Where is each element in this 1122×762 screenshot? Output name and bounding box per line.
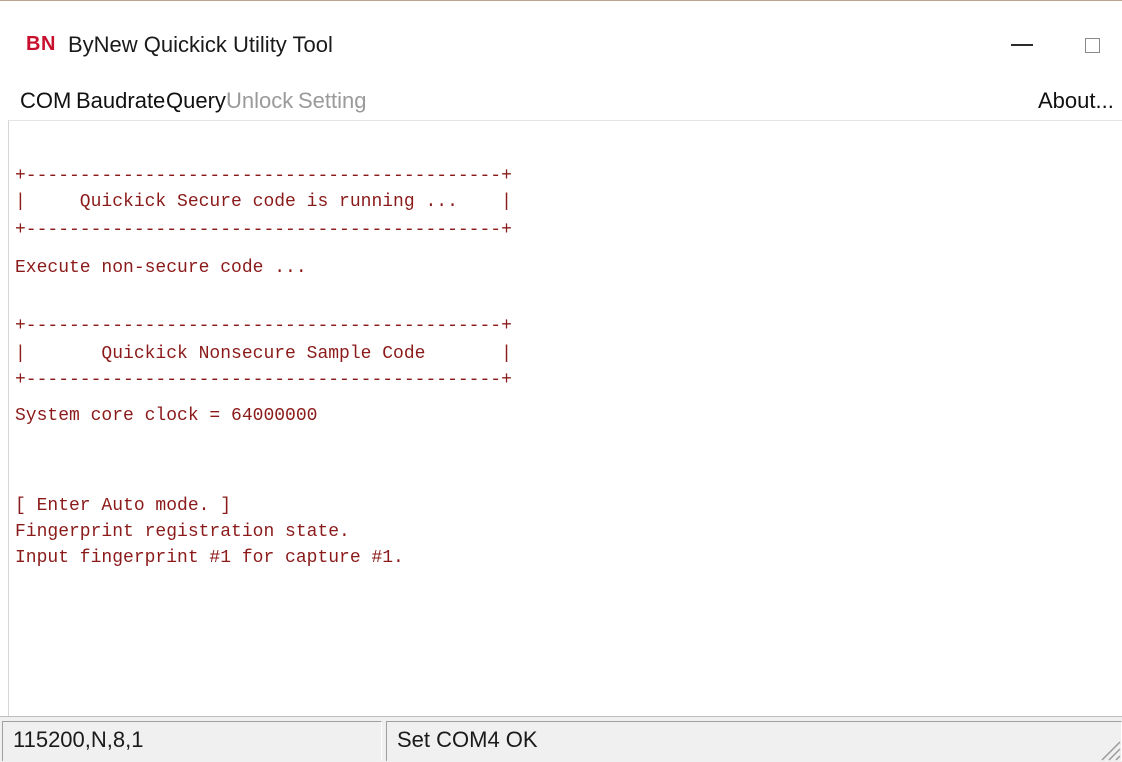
console-line: +---------------------------------------… bbox=[15, 316, 512, 336]
status-message: Set COM4 OK bbox=[386, 721, 1122, 761]
menu-query[interactable]: Query bbox=[166, 84, 226, 118]
window-title: ByNew Quickick Utility Tool bbox=[68, 32, 333, 57]
console-line: Fingerprint registration state. bbox=[15, 522, 350, 542]
console-line: [ Enter Auto mode. ] bbox=[15, 496, 232, 516]
console-line: System core clock = 64000000 bbox=[15, 406, 318, 426]
menu-bar: COM Baudrate Query Unlock Setting About.… bbox=[0, 84, 1122, 120]
console-line: Input fingerprint #1 for capture #1. bbox=[15, 548, 404, 568]
console-line: Execute non-secure code ... bbox=[15, 258, 307, 278]
console-line: | Quickick Nonsecure Sample Code | bbox=[15, 344, 512, 364]
app-logo: BN bbox=[26, 33, 56, 55]
status-bar: 115200,N,8,1 Set COM4 OK bbox=[0, 716, 1122, 762]
console-output[interactable]: +---------------------------------------… bbox=[8, 120, 1122, 716]
menu-setting: Setting bbox=[298, 88, 367, 113]
resize-grip-icon[interactable] bbox=[1092, 732, 1122, 762]
status-port-settings: 115200,N,8,1 bbox=[2, 721, 382, 761]
minimize-icon bbox=[1011, 44, 1033, 46]
title-bar[interactable]: BN ByNew Quickick Utility Tool bbox=[0, 1, 1122, 87]
maximize-button[interactable] bbox=[1064, 25, 1120, 65]
menu-about[interactable]: About... bbox=[1038, 84, 1114, 118]
menu-baudrate[interactable]: Baudrate bbox=[76, 84, 165, 118]
console-line: +---------------------------------------… bbox=[15, 166, 512, 186]
minimize-button[interactable] bbox=[994, 25, 1050, 65]
console-line: | Quickick Secure code is running ... | bbox=[15, 192, 512, 212]
menu-unlock: Unlock bbox=[226, 88, 294, 113]
maximize-icon bbox=[1084, 37, 1100, 53]
menu-com[interactable]: COM bbox=[20, 84, 71, 118]
console-line: +---------------------------------------… bbox=[15, 370, 512, 390]
console-line: +---------------------------------------… bbox=[15, 220, 512, 240]
